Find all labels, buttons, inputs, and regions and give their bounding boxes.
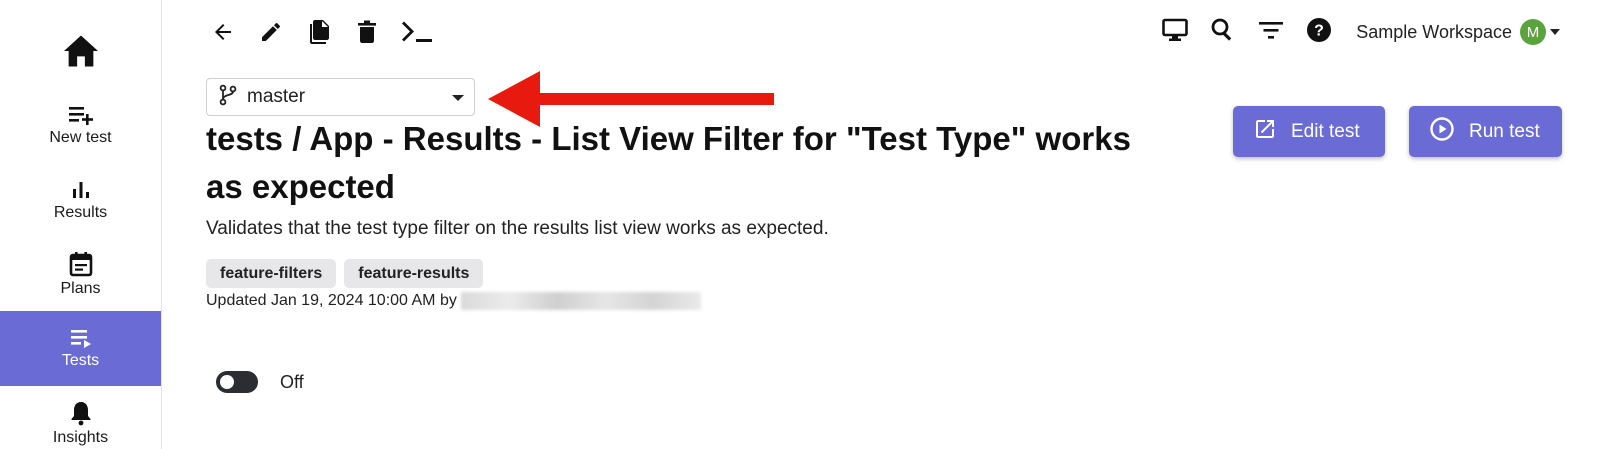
calendar-icon — [68, 251, 94, 277]
edit-icon-button[interactable] — [254, 17, 288, 51]
help-button[interactable]: ? — [1302, 15, 1336, 49]
sidebar-item-plans[interactable]: Plans — [0, 237, 161, 312]
filter-button[interactable] — [1254, 15, 1288, 49]
sidebar-item-results[interactable]: Results — [0, 163, 161, 238]
monitor-icon — [1161, 17, 1189, 48]
toggle-switch[interactable] — [216, 371, 258, 393]
redacted-author — [460, 292, 701, 310]
branch-select-value: master — [247, 86, 306, 107]
page-title: tests / App - Results - List View Filter… — [206, 120, 1131, 205]
toggle-knob — [220, 375, 234, 389]
edit-test-label: Edit test — [1291, 120, 1360, 142]
search-icon — [1210, 17, 1236, 48]
home-icon — [62, 34, 100, 73]
tag-list: feature-filters feature-results — [206, 259, 484, 288]
open-in-new-icon — [1253, 117, 1291, 147]
branch-select[interactable]: master — [206, 78, 475, 116]
avatar: M — [1520, 19, 1546, 45]
top-right-controls: ? Sample Workspace M — [1144, 12, 1560, 52]
tag[interactable]: feature-results — [344, 259, 484, 288]
bell-icon — [69, 400, 93, 426]
sidebar-item-label: Insights — [52, 429, 109, 446]
pencil-icon — [259, 20, 283, 49]
back-arrow-icon — [211, 20, 235, 49]
sidebar-item-label: Results — [53, 204, 108, 221]
sidebar: New test Results Plans Tests Insights — [0, 0, 162, 449]
run-test-button[interactable]: Run test — [1409, 106, 1562, 157]
playlist-play-icon — [68, 327, 94, 349]
workspace-switcher[interactable]: Sample Workspace M — [1356, 19, 1560, 45]
tag[interactable]: feature-filters — [206, 259, 337, 288]
sidebar-item-insights[interactable]: Insights — [0, 386, 161, 449]
copy-icon — [306, 18, 332, 51]
edit-test-button[interactable]: Edit test — [1233, 106, 1385, 157]
run-test-label: Run test — [1469, 120, 1540, 142]
svg-text:?: ? — [1314, 22, 1324, 39]
test-toolbar — [206, 14, 436, 54]
delete-button[interactable] — [350, 17, 384, 51]
sidebar-item-label: New test — [49, 129, 112, 146]
console-button[interactable] — [398, 17, 436, 51]
play-circle-icon — [1429, 116, 1469, 148]
duplicate-button[interactable] — [302, 17, 336, 51]
help-icon: ? — [1306, 17, 1332, 48]
search-button[interactable] — [1206, 15, 1240, 49]
updated-info: Updated Jan 19, 2024 10:00 AM by — [206, 292, 701, 310]
sidebar-item-tests[interactable]: Tests — [0, 311, 161, 386]
sidebar-item-new-test[interactable]: New test — [0, 88, 161, 163]
playlist-add-icon — [67, 104, 95, 126]
chevron-down-icon — [452, 95, 464, 101]
terminal-icon — [400, 20, 434, 49]
schedule-toggle-row: Off — [216, 371, 304, 393]
sidebar-item-label: Plans — [60, 280, 101, 297]
device-preview-button[interactable] — [1158, 15, 1192, 49]
back-button[interactable] — [206, 17, 240, 51]
filter-icon — [1258, 19, 1284, 46]
bar-chart-icon — [69, 179, 93, 201]
updated-text: Updated Jan 19, 2024 10:00 AM by — [206, 292, 457, 309]
trash-icon — [356, 19, 378, 50]
chevron-down-icon — [1550, 29, 1560, 35]
test-description: Validates that the test type filter on t… — [206, 218, 829, 239]
workspace-name: Sample Workspace — [1356, 21, 1512, 42]
nav-home[interactable] — [0, 28, 161, 78]
sidebar-item-label: Tests — [61, 352, 100, 369]
toggle-label: Off — [280, 371, 304, 392]
git-branch-icon — [219, 84, 237, 111]
